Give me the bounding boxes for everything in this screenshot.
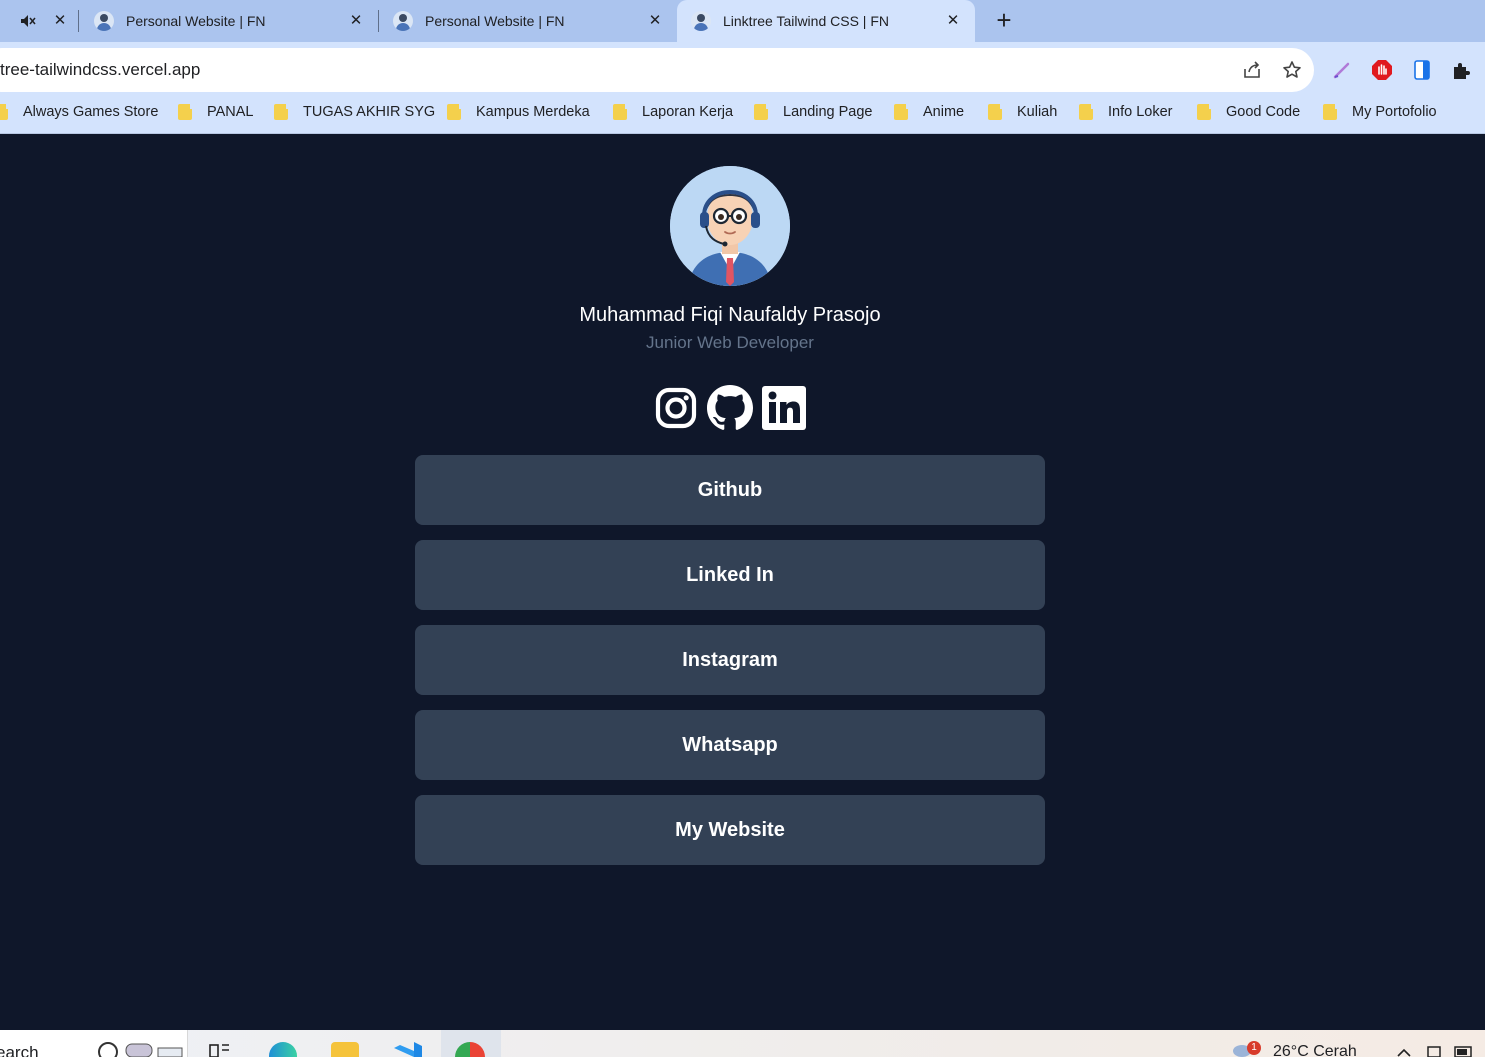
instagram-icon[interactable]	[653, 385, 699, 431]
speaker-muted-icon[interactable]	[20, 14, 36, 28]
avatar-illustration	[670, 166, 790, 286]
adblock-extension-icon[interactable]	[1371, 59, 1393, 81]
tab-personal-website-2[interactable]: Personal Website | FN ✕	[379, 0, 677, 42]
search-highlight-icon	[98, 1042, 183, 1057]
profile-role: Junior Web Developer	[646, 333, 814, 352]
pen-extension-icon[interactable]	[1331, 59, 1353, 81]
tab-linktree-active[interactable]: Linktree Tailwind CSS | FN ✕	[677, 0, 975, 42]
bookmark-kuliah[interactable]: Kuliah	[988, 104, 1057, 120]
folder-icon	[1197, 104, 1213, 120]
new-tab-button[interactable]: +	[990, 7, 1018, 35]
browser-toolbar: tree-tailwindcss.vercel.app	[0, 42, 1485, 96]
folder-icon	[1323, 104, 1339, 120]
bookmark-laporan-kerja[interactable]: Laporan Kerja	[613, 104, 733, 120]
bookmarks-bar: Always Games Store PANAL TUGAS AKHIR SYG…	[0, 96, 1485, 134]
bookmark-label: PANAL	[207, 104, 254, 120]
linkedin-icon[interactable]	[761, 385, 807, 431]
weather-notification-badge: 1	[1247, 1041, 1261, 1055]
vscode-icon[interactable]	[392, 1042, 422, 1057]
folder-icon	[1079, 104, 1095, 120]
close-tab-icon[interactable]: ✕	[50, 11, 70, 31]
folder-icon	[754, 104, 770, 120]
folder-icon	[894, 104, 910, 120]
link-button-whatsapp[interactable]: Whatsapp	[415, 710, 1045, 780]
bookmark-label: Always Games Store	[23, 104, 159, 120]
bookmark-tugas-akhir[interactable]: TUGAS AKHIR SYG	[274, 104, 435, 120]
bookmark-kampus-merdeka[interactable]: Kampus Merdeka	[447, 104, 590, 120]
folder-icon	[178, 104, 194, 120]
close-tab-icon[interactable]: ✕	[943, 11, 963, 31]
bookmark-label: Landing Page	[783, 104, 873, 120]
linktree-page: Muhammad Fiqi Naufaldy Prasojo Junior We…	[0, 135, 1485, 1030]
folder-icon	[613, 104, 629, 120]
folder-icon	[447, 104, 463, 120]
tab-personal-website-1[interactable]: Personal Website | FN ✕	[80, 0, 379, 42]
github-icon[interactable]	[707, 385, 753, 431]
url-text[interactable]: tree-tailwindcss.vercel.app	[0, 60, 200, 80]
bookmark-label: Kuliah	[1017, 104, 1058, 120]
tab-separator	[78, 10, 79, 32]
bookmark-label: TUGAS AKHIR SYG	[303, 104, 436, 120]
bookmark-label: Anime	[923, 104, 965, 120]
file-explorer-icon[interactable]	[331, 1042, 359, 1057]
bookmark-star-icon[interactable]	[1282, 60, 1302, 80]
network-icon[interactable]	[1426, 1044, 1442, 1057]
bookmark-panal[interactable]: PANAL	[178, 104, 253, 120]
folder-icon	[274, 104, 290, 120]
tab-strip: ✕ Personal Website | FN ✕ Personal Websi…	[0, 0, 1485, 42]
bookmark-label: Laporan Kerja	[642, 104, 734, 120]
tab-partial[interactable]: ✕	[0, 0, 79, 42]
bookmark-info-loker[interactable]: Info Loker	[1079, 104, 1173, 120]
weather-text[interactable]: 26°C Cerah	[1273, 1043, 1357, 1057]
tab-favicon	[94, 11, 114, 31]
battery-icon[interactable]	[1454, 1044, 1474, 1057]
edge-browser-icon[interactable]	[269, 1042, 297, 1057]
tab-favicon	[691, 11, 711, 31]
bookmark-landing-page[interactable]: Landing Page	[754, 104, 873, 120]
bookmark-label: Kampus Merdeka	[476, 104, 590, 120]
close-tab-icon[interactable]: ✕	[645, 11, 665, 31]
extensions-puzzle-icon[interactable]	[1451, 59, 1473, 81]
bookmark-label: Info Loker	[1108, 104, 1173, 120]
task-view-icon[interactable]	[208, 1042, 232, 1057]
tab-title: Personal Website | FN	[126, 13, 266, 29]
windows-taskbar: earch 1 26°C Cerah	[0, 1030, 1485, 1057]
bookmark-anime[interactable]: Anime	[894, 104, 964, 120]
link-button-github[interactable]: Github	[415, 455, 1045, 525]
bookmark-good-code[interactable]: Good Code	[1197, 104, 1300, 120]
tab-title: Personal Website | FN	[425, 13, 565, 29]
chevron-up-icon[interactable]	[1396, 1048, 1412, 1057]
taskbar-search-box[interactable]: earch	[0, 1030, 188, 1057]
bookmark-label: Good Code	[1226, 104, 1301, 120]
link-button-instagram[interactable]: Instagram	[415, 625, 1045, 695]
close-tab-icon[interactable]: ✕	[346, 11, 366, 31]
bookmark-my-portofolio[interactable]: My Portofolio	[1323, 104, 1437, 120]
profile-name: Muhammad Fiqi Naufaldy Prasojo	[579, 304, 881, 326]
link-button-linkedin[interactable]: Linked In	[415, 540, 1045, 610]
link-button-my-website[interactable]: My Website	[415, 795, 1045, 865]
folder-icon	[0, 104, 10, 120]
taskbar-search-text: earch	[0, 1043, 39, 1057]
tab-favicon	[393, 11, 413, 31]
avatar	[670, 166, 790, 286]
folder-icon	[988, 104, 1004, 120]
tab-title: Linktree Tailwind CSS | FN	[723, 13, 889, 29]
bookmark-label: My Portofolio	[1352, 104, 1437, 120]
reader-extension-icon[interactable]	[1411, 59, 1433, 81]
address-bar[interactable]: tree-tailwindcss.vercel.app	[0, 48, 1314, 92]
bookmark-always-games-store[interactable]: Always Games Store	[0, 104, 158, 120]
share-icon[interactable]	[1242, 60, 1262, 80]
